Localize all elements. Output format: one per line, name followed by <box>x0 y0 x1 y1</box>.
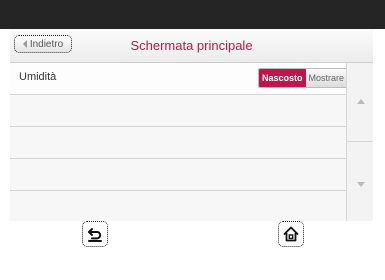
back-button[interactable]: Indietro <box>14 35 72 53</box>
status-bar <box>0 0 385 29</box>
list-item <box>10 95 346 127</box>
list-item <box>10 127 346 159</box>
home-hardware-button[interactable] <box>278 221 304 247</box>
list-item: Umidità Nascosto Mostrare <box>10 63 349 95</box>
back-button-label: Indietro <box>29 38 64 50</box>
back-hardware-button[interactable] <box>82 221 108 247</box>
scroll-up-button[interactable] <box>347 63 373 142</box>
scrollbar[interactable] <box>346 63 373 221</box>
arrow-up-icon <box>357 99 365 104</box>
show-option[interactable]: Mostrare <box>305 69 348 87</box>
humidity-label: Umidità <box>19 71 57 83</box>
home-icon <box>283 226 299 242</box>
settings-list: Umidità Nascosto Mostrare <box>10 63 349 221</box>
visibility-toggle[interactable]: Nascosto Mostrare <box>258 68 349 88</box>
arrow-down-icon <box>357 182 365 187</box>
header-bar: Schermata principale Indietro <box>10 29 373 63</box>
scroll-down-button[interactable] <box>347 142 373 220</box>
list-item <box>10 159 346 191</box>
back-arrow-icon <box>88 228 102 242</box>
list-item <box>10 191 346 221</box>
hide-option[interactable]: Nascosto <box>259 69 306 87</box>
settings-screen: Schermata principale Indietro Umidità Na… <box>10 29 373 221</box>
chevron-left-icon <box>22 40 27 48</box>
